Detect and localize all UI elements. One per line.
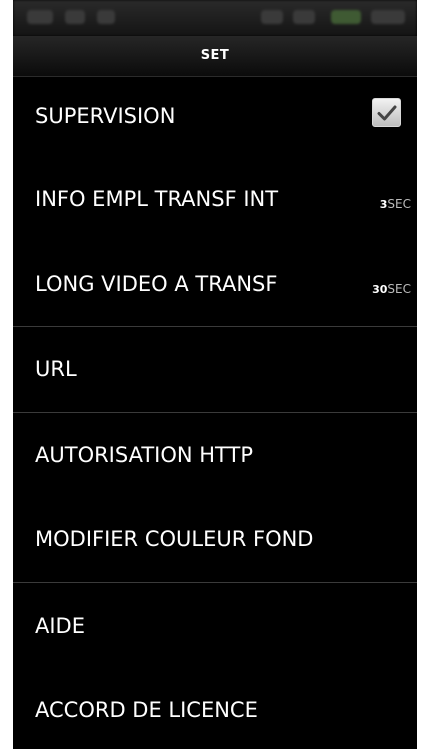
- setting-help[interactable]: AIDE: [13, 583, 417, 667]
- setting-video-length[interactable]: LONG VIDEO A TRANSF 30SEC: [13, 241, 417, 325]
- video-length-number: 30: [372, 283, 388, 296]
- checkmark-icon: [377, 105, 397, 121]
- supervision-checkbox[interactable]: [372, 98, 401, 127]
- setting-info-interval-value: 3SEC: [380, 193, 411, 212]
- setting-url-label: URL: [35, 357, 77, 381]
- info-interval-unit: SEC: [387, 197, 411, 211]
- setting-supervision[interactable]: SUPERVISION: [13, 77, 417, 157]
- status-icon: [261, 10, 283, 24]
- battery-icon: [331, 10, 361, 24]
- setting-url[interactable]: URL: [13, 327, 417, 411]
- page-title: SET: [200, 48, 230, 63]
- status-bar: [13, 0, 417, 36]
- clock: [371, 10, 405, 24]
- video-length-unit: SEC: [387, 282, 411, 296]
- setting-background-color[interactable]: MODIFIER COULEUR FOND: [13, 497, 417, 581]
- setting-http-auth-label: AUTORISATION HTTP: [35, 443, 254, 467]
- setting-video-length-value: 30SEC: [372, 278, 411, 297]
- setting-http-auth[interactable]: AUTORISATION HTTP: [13, 413, 417, 497]
- setting-info-interval-label: INFO EMPL TRANSF INT: [35, 187, 279, 211]
- status-icon: [293, 10, 315, 24]
- setting-license[interactable]: ACCORD DE LICENCE: [13, 667, 417, 749]
- status-icon: [65, 10, 85, 24]
- setting-help-label: AIDE: [35, 614, 85, 638]
- setting-info-interval[interactable]: INFO EMPL TRANSF INT 3SEC: [13, 157, 417, 241]
- setting-license-label: ACCORD DE LICENCE: [35, 698, 258, 722]
- status-icon: [97, 10, 115, 24]
- setting-supervision-label: SUPERVISION: [35, 104, 176, 128]
- phone-screen: SET SUPERVISION INFO EMPL TRANSF INT 3SE…: [13, 0, 417, 749]
- status-icon: [27, 10, 53, 24]
- title-bar: SET: [13, 36, 417, 77]
- setting-video-length-label: LONG VIDEO A TRANSF: [35, 272, 278, 296]
- setting-background-color-label: MODIFIER COULEUR FOND: [35, 527, 314, 551]
